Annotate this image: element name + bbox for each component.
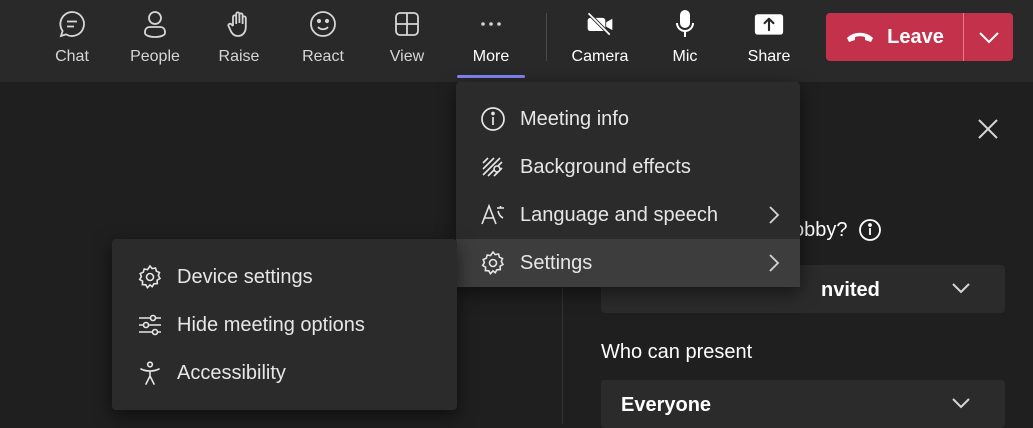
more-menu: Meeting info Background effects Language… [456,82,800,287]
menu-item-label: Background effects [520,155,691,178]
view-label: View [389,48,425,65]
menu-item-language-and-speech[interactable]: Language and speech [456,191,800,239]
lobby-question-text: obby? [793,218,848,241]
mic-icon [670,9,700,39]
who-can-present-select[interactable]: Everyone [601,380,1005,428]
submenu-item-hide-meeting-options[interactable]: Hide meeting options [112,301,457,349]
chevron-down-icon [951,396,971,410]
camera-label: Camera [571,48,629,65]
leave-options-button[interactable] [964,13,1013,61]
chevron-down-icon [951,281,971,295]
react-button[interactable]: React [288,0,358,82]
camera-button[interactable]: Camera [565,0,635,82]
chat-label: Chat [55,48,89,65]
people-icon [140,9,170,39]
people-label: People [130,48,180,65]
menu-item-label: Language and speech [520,203,718,226]
leave-label: Leave [887,25,944,48]
raise-hand-icon [224,9,254,39]
who-can-present-value: Everyone [621,394,712,416]
submenu-item-device-settings[interactable]: Device settings [112,253,457,301]
leave-button-group: Leave [826,13,1013,61]
camera-off-icon [585,9,615,39]
share-icon [754,9,784,39]
chevron-right-icon [768,205,780,225]
menu-item-meeting-info[interactable]: Meeting info [456,95,800,143]
gear-icon [480,250,506,276]
chevron-down-icon [978,30,1000,44]
more-button[interactable]: More [456,0,526,82]
mic-button[interactable]: Mic [650,0,720,82]
close-panel-button[interactable] [976,117,1000,141]
meeting-toolbar: Chat People Raise React View More Camera… [0,0,1033,82]
leave-button[interactable]: Leave [826,13,963,61]
menu-item-settings[interactable]: Settings [456,239,800,287]
menu-item-background-effects[interactable]: Background effects [456,143,800,191]
info-icon[interactable] [858,218,882,242]
lobby-select-value: nvited [821,279,880,301]
chevron-right-icon [768,253,780,273]
submenu-item-accessibility[interactable]: Accessibility [112,349,457,397]
more-icon [476,9,506,39]
people-button[interactable]: People [120,0,190,82]
submenu-item-label: Accessibility [177,361,286,384]
submenu-item-label: Hide meeting options [177,313,365,336]
react-smiley-icon [308,9,338,39]
share-button[interactable]: Share [734,0,804,82]
view-grid-icon [392,9,422,39]
phone-hangup-icon [845,29,875,45]
background-effects-icon [480,154,506,180]
chat-button[interactable]: Chat [37,0,107,82]
chat-icon [57,9,87,39]
view-button[interactable]: View [372,0,442,82]
more-active-indicator [457,75,525,78]
more-label: More [472,48,510,65]
gear-icon [136,263,164,291]
who-can-present-label: Who can present [601,341,753,363]
language-icon [480,202,506,228]
accessibility-icon [136,359,164,387]
toolbar-divider [546,13,547,61]
sliders-icon [136,311,164,339]
menu-item-label: Meeting info [520,107,629,130]
share-label: Share [747,48,791,65]
lobby-question: obby? [793,218,882,242]
react-label: React [302,48,344,65]
info-icon [480,106,506,132]
submenu-item-label: Device settings [177,265,313,288]
raise-hand-button[interactable]: Raise [204,0,274,82]
close-icon [976,117,1000,141]
mic-label: Mic [672,48,698,65]
raise-label: Raise [218,48,260,65]
settings-submenu: Device settings Hide meeting options Acc… [112,239,457,410]
menu-item-label: Settings [520,251,593,274]
